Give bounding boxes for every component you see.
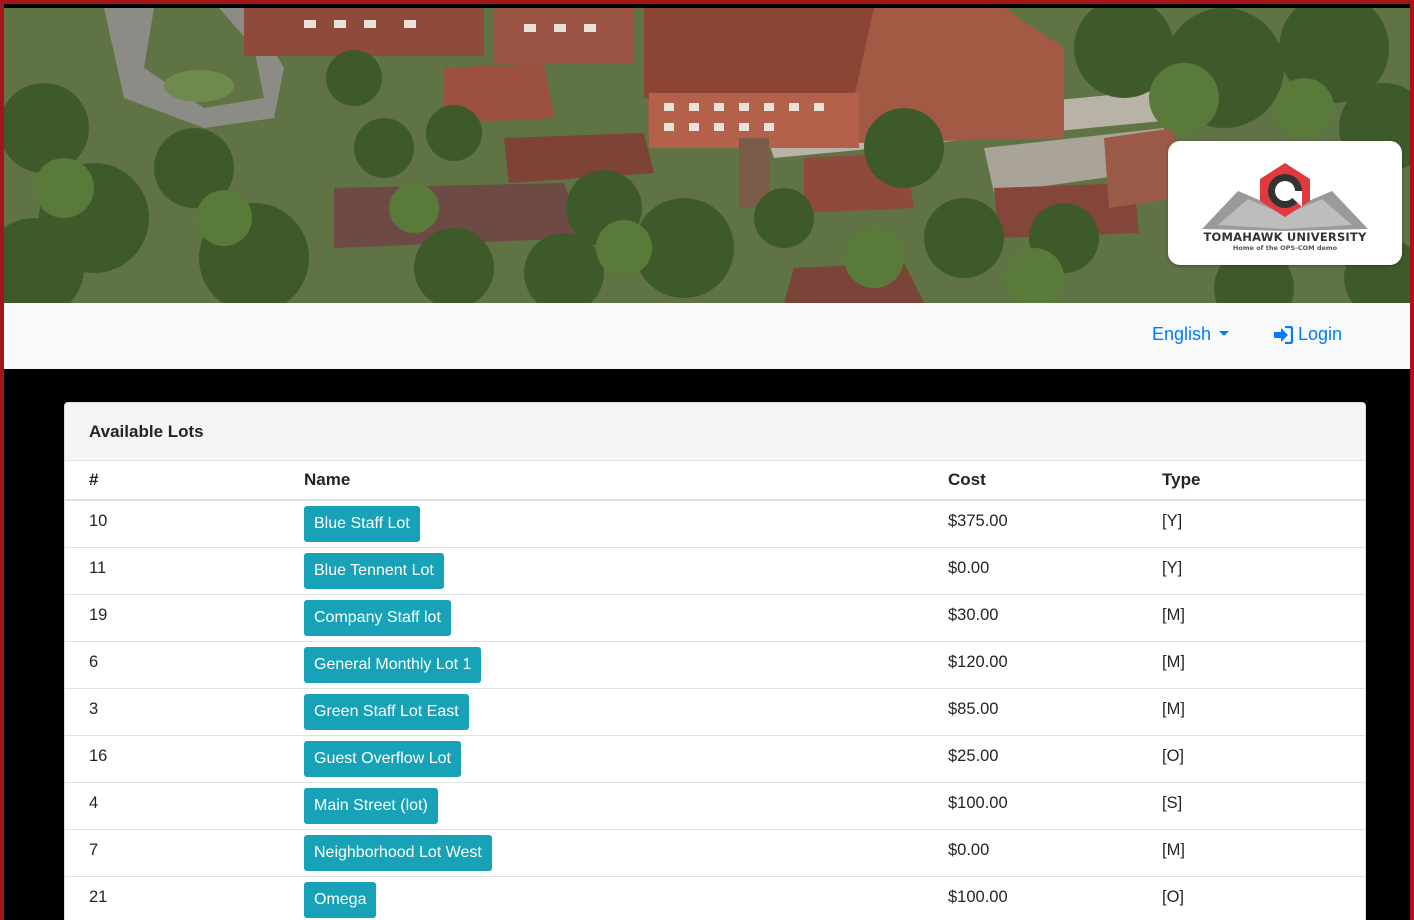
- lot-cost: $120.00: [924, 641, 1138, 689]
- lot-type: [Y]: [1138, 547, 1365, 595]
- lot-number: 3: [65, 688, 280, 736]
- column-header-type: Type: [1138, 461, 1365, 501]
- table-header-row: # Name Cost Type: [65, 461, 1365, 501]
- logo-tagline: Home of the OPS-COM demo: [1232, 244, 1338, 252]
- lot-number: 4: [65, 782, 280, 830]
- caret-down-icon: [1219, 331, 1230, 336]
- lot-type: [M]: [1138, 641, 1365, 689]
- lots-table: # Name Cost Type 10 Blue Staff Lot $375.…: [65, 461, 1365, 920]
- lot-cost: $100.00: [924, 782, 1138, 830]
- lot-button[interactable]: Neighborhood Lot West: [304, 834, 492, 871]
- lot-button[interactable]: Blue Tennent Lot: [304, 552, 444, 589]
- column-header-name: Name: [280, 461, 924, 501]
- campus-banner: TOMAHAWK UNIVERSITY Home of the OPS-COM …: [4, 8, 1410, 303]
- language-dropdown[interactable]: English: [1152, 324, 1230, 345]
- lot-number: 10: [65, 500, 280, 548]
- table-row: 6 General Monthly Lot 1 $120.00 [M]: [65, 641, 1365, 689]
- table-row: 11 Blue Tennent Lot $0.00 [Y]: [65, 547, 1365, 595]
- table-row: 3 Green Staff Lot East $85.00 [M]: [65, 688, 1365, 736]
- login-link[interactable]: Login: [1273, 324, 1342, 345]
- lot-button[interactable]: Company Staff lot: [304, 599, 451, 636]
- available-lots-card: Available Lots # Name Cost Type 10 Blue …: [64, 402, 1366, 920]
- lot-type: [M]: [1138, 829, 1365, 877]
- lot-type: [Y]: [1138, 500, 1365, 548]
- table-row: 16 Guest Overflow Lot $25.00 [O]: [65, 735, 1365, 783]
- lot-number: 19: [65, 594, 280, 642]
- lot-number: 16: [65, 735, 280, 783]
- login-label: Login: [1298, 324, 1343, 344]
- column-header-number: #: [65, 461, 280, 501]
- table-row: 19 Company Staff lot $30.00 [M]: [65, 594, 1365, 642]
- lot-button[interactable]: General Monthly Lot 1: [304, 646, 482, 683]
- university-logo: TOMAHAWK UNIVERSITY Home of the OPS-COM …: [1168, 141, 1402, 265]
- lot-cost: $85.00: [924, 688, 1138, 736]
- lot-cost: $100.00: [924, 876, 1138, 920]
- lot-cost: $0.00: [924, 547, 1138, 595]
- lot-type: [O]: [1138, 735, 1365, 783]
- lot-button[interactable]: Guest Overflow Lot: [304, 740, 461, 777]
- lot-type: [S]: [1138, 782, 1365, 830]
- sign-in-icon: [1274, 325, 1293, 344]
- lot-type: [M]: [1138, 594, 1365, 642]
- top-navbar: English Login: [4, 303, 1410, 369]
- lot-cost: $25.00: [924, 735, 1138, 783]
- table-row: 7 Neighborhood Lot West $0.00 [M]: [65, 829, 1365, 877]
- lot-button[interactable]: Green Staff Lot East: [304, 693, 469, 730]
- lot-number: 6: [65, 641, 280, 689]
- table-row: 10 Blue Staff Lot $375.00 [Y]: [65, 500, 1365, 548]
- lot-number: 11: [65, 547, 280, 595]
- lot-cost: $0.00: [924, 829, 1138, 877]
- lot-button[interactable]: Omega: [304, 881, 377, 918]
- table-row: 4 Main Street (lot) $100.00 [S]: [65, 782, 1365, 830]
- lot-type: [O]: [1138, 876, 1365, 920]
- logo-name: TOMAHAWK UNIVERSITY: [1203, 230, 1367, 244]
- lot-cost: $30.00: [924, 594, 1138, 642]
- lot-type: [M]: [1138, 688, 1365, 736]
- card-title: Available Lots: [65, 403, 1365, 461]
- lot-number: 7: [65, 829, 280, 877]
- lot-number: 21: [65, 876, 280, 920]
- lot-cost: $375.00: [924, 500, 1138, 548]
- lot-button[interactable]: Blue Staff Lot: [304, 506, 420, 542]
- table-row: 21 Omega $100.00 [O]: [65, 876, 1365, 920]
- page-frame: TOMAHAWK UNIVERSITY Home of the OPS-COM …: [0, 0, 1414, 920]
- column-header-cost: Cost: [924, 461, 1138, 501]
- language-label: English: [1152, 324, 1212, 344]
- lot-button[interactable]: Main Street (lot): [304, 787, 438, 824]
